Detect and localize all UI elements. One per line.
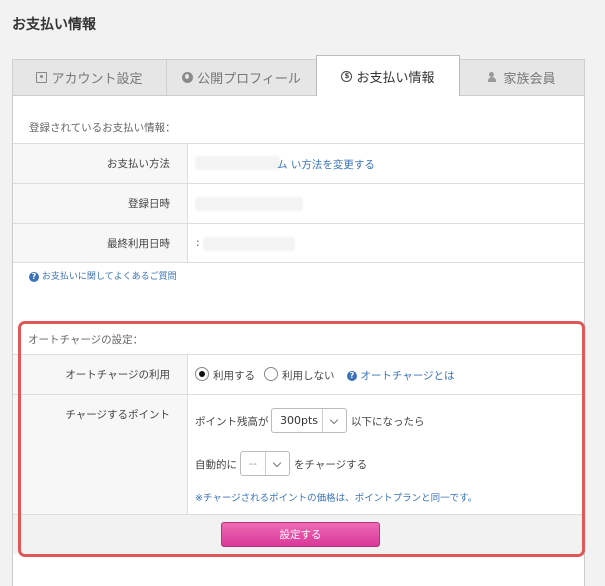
tab-family-members[interactable]: 家族会員 [459,59,585,95]
redacted-value [195,197,303,211]
tab-bar: アカウント設定 公開プロフィール $ お支払い情報 家族会員 [12,55,585,96]
change-payment-link[interactable]: ム い方法を変更する [277,157,375,172]
payment-method-value: ム い方法を変更する [189,144,584,183]
tab-label: 家族会員 [503,72,556,87]
family-icon [488,72,499,83]
last-used-label: 最終利用日時 [13,224,188,262]
coin-icon: $ [341,70,353,82]
registered-heading: 登録されているお支払い情報： [29,122,176,134]
redacted-value [195,156,280,170]
tab-public-profile[interactable]: 公開プロフィール [166,59,317,95]
tab-label: お支払い情報 [356,70,435,86]
tab-payment-info[interactable]: $ お支払い情報 [316,55,460,96]
payment-method-label: お支払い方法 [13,144,188,183]
globe-icon [182,72,194,83]
last-used-prefix: : [196,237,200,249]
help-icon: ? [29,271,39,282]
faq-link[interactable]: お支払いに関してよくあるご質問 [42,272,177,282]
registration-date-label: 登録日時 [13,184,188,223]
tab-label: 公開プロフィール [197,72,301,87]
page-title: お支払い情報 [12,17,96,33]
last-used-value: : [189,224,584,262]
tab-account-settings[interactable]: アカウント設定 [12,59,167,95]
registration-date-row: 登録日時 [13,183,584,223]
last-used-row: 最終利用日時 : [13,223,584,263]
payment-method-row: お支払い方法 ム い方法を変更する [13,143,584,183]
faq-link-wrap[interactable]: ? お支払いに関してよくあるご質問 [29,269,177,282]
payment-panel: 登録されているお支払い情報： お支払い方法 ム い方法を変更する 登録日時 最終… [12,95,585,586]
redacted-value [203,237,295,251]
registration-date-value [189,184,584,223]
account-icon [36,72,48,83]
tab-label: アカウント設定 [51,72,143,87]
autocharge-highlight-box [18,321,585,557]
